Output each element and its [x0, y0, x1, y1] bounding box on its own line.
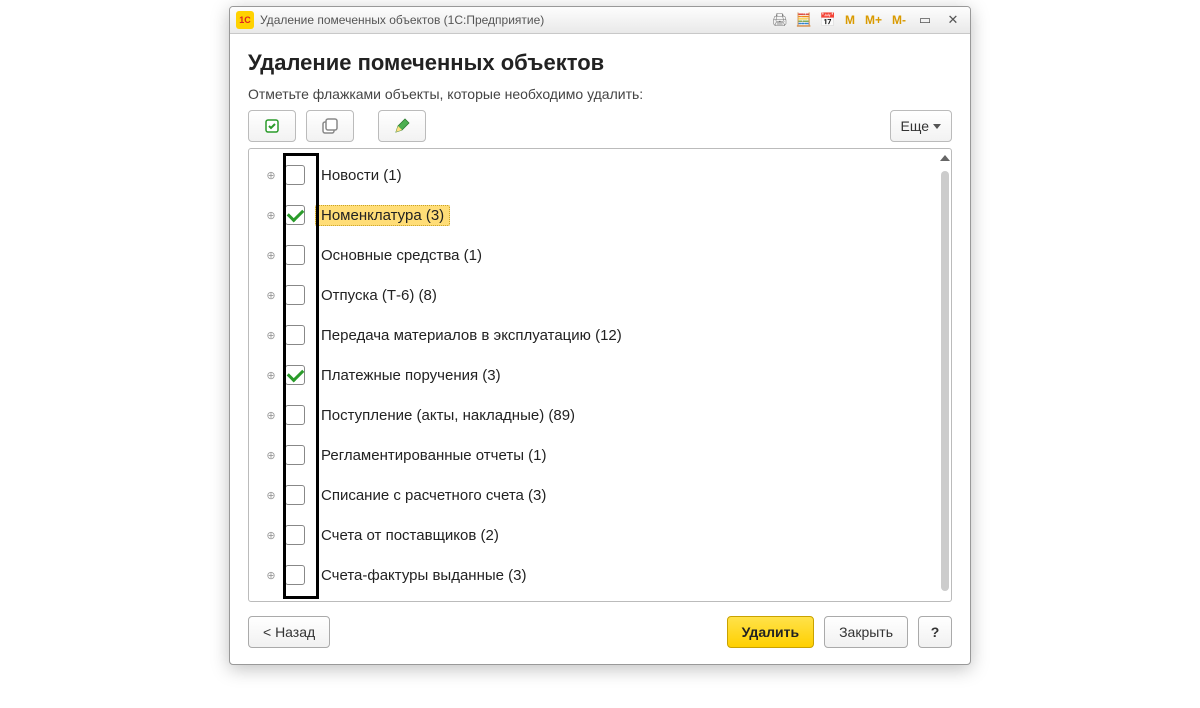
list-item: ⊕ Счета-фактуры выданные (3) [249, 555, 951, 595]
item-label[interactable]: Списание с расчетного счета (3) [315, 485, 552, 506]
titlebar: 1C Удаление помеченных объектов (1С:Пред… [230, 7, 970, 34]
item-checkbox[interactable] [285, 285, 305, 305]
edit-button[interactable] [378, 110, 426, 142]
back-button[interactable]: < Назад [248, 616, 330, 648]
item-label[interactable]: Платежные поручения (3) [315, 365, 507, 386]
expand-icon[interactable]: ⊕ [265, 289, 277, 301]
item-label[interactable]: Новости (1) [315, 165, 408, 186]
item-label[interactable]: Номенклатура (3) [315, 205, 450, 226]
item-label[interactable]: Поступление (акты, накладные) (89) [315, 405, 581, 426]
expand-icon[interactable]: ⊕ [265, 449, 277, 461]
expand-icon[interactable]: ⊕ [265, 329, 277, 341]
m-minus-button[interactable]: M- [890, 13, 908, 27]
item-label[interactable]: Основные средства (1) [315, 245, 488, 266]
item-checkbox[interactable] [285, 325, 305, 345]
object-list: ⊕ Новости (1) ⊕ Номенклатура (3) ⊕ Основные с… [248, 148, 952, 602]
list-item: ⊕ Поступление (акты, накладные) (89) [249, 395, 951, 435]
list-item: ⊕ Регламентированные отчеты (1) [249, 435, 951, 475]
m-button[interactable]: M [843, 13, 857, 27]
list-item: ⊕ Списание с расчетного счета (3) [249, 475, 951, 515]
window-title: Удаление помеченных объектов (1С:Предпри… [260, 13, 544, 27]
help-button[interactable]: ? [918, 616, 952, 648]
expand-icon[interactable]: ⊕ [265, 529, 277, 541]
dialog-window: 1C Удаление помеченных объектов (1С:Пред… [229, 6, 971, 665]
expand-icon[interactable]: ⊕ [265, 409, 277, 421]
list-item: ⊕ Номенклатура (3) [249, 195, 951, 235]
item-label[interactable]: Передача материалов в эксплуатацию (12) [315, 325, 628, 346]
more-label: Еще [901, 118, 930, 134]
footer: < Назад Удалить Закрыть ? [248, 616, 952, 648]
scrollbar[interactable] [941, 171, 949, 591]
chevron-down-icon [933, 124, 941, 129]
delete-button[interactable]: Удалить [727, 616, 814, 648]
content-area: Удаление помеченных объектов Отметьте фл… [230, 34, 970, 664]
expand-icon[interactable]: ⊕ [265, 569, 277, 581]
check-all-icon [263, 117, 281, 135]
expand-icon[interactable]: ⊕ [265, 209, 277, 221]
scroll-up-icon[interactable] [940, 155, 950, 161]
list-item: ⊕ Передача материалов в эксплуатацию (12) [249, 315, 951, 355]
calendar-icon[interactable]: 📅 [819, 11, 837, 29]
list-item: ⊕ Отпуска (Т-6) (8) [249, 275, 951, 315]
list-item: ⊕ Основные средства (1) [249, 235, 951, 275]
item-label[interactable]: Отпуска (Т-6) (8) [315, 285, 443, 306]
uncheck-all-icon [321, 117, 339, 135]
m-plus-button[interactable]: M+ [863, 13, 884, 27]
edit-icon [393, 117, 411, 135]
item-checkbox[interactable] [285, 485, 305, 505]
print-icon[interactable]: 🖨 [771, 11, 789, 29]
list-item: ⊕ Новости (1) [249, 155, 951, 195]
item-checkbox[interactable] [285, 525, 305, 545]
close-window-button[interactable]: ✕ [942, 11, 964, 29]
item-checkbox[interactable] [285, 405, 305, 425]
close-button[interactable]: Закрыть [824, 616, 908, 648]
list-item: ⊕ Счета от поставщиков (2) [249, 515, 951, 555]
minimize-button[interactable]: ▭ [914, 11, 936, 29]
app-logo-icon: 1C [236, 11, 254, 29]
page-subtitle: Отметьте флажками объекты, которые необх… [248, 86, 952, 102]
expand-icon[interactable]: ⊕ [265, 169, 277, 181]
calculator-icon[interactable]: 🧮 [795, 11, 813, 29]
check-all-button[interactable] [248, 110, 296, 142]
item-label[interactable]: Счета-фактуры выданные (3) [315, 565, 532, 586]
toolbar: Еще [248, 110, 952, 142]
item-label[interactable]: Счета от поставщиков (2) [315, 525, 505, 546]
expand-icon[interactable]: ⊕ [265, 489, 277, 501]
page-title: Удаление помеченных объектов [248, 50, 952, 76]
item-label[interactable]: Регламентированные отчеты (1) [315, 445, 553, 466]
more-button[interactable]: Еще [890, 110, 953, 142]
item-checkbox[interactable] [285, 445, 305, 465]
item-checkbox[interactable] [285, 205, 305, 225]
uncheck-all-button[interactable] [306, 110, 354, 142]
item-checkbox[interactable] [285, 365, 305, 385]
item-checkbox[interactable] [285, 245, 305, 265]
item-checkbox[interactable] [285, 165, 305, 185]
list-item: ⊕ Платежные поручения (3) [249, 355, 951, 395]
expand-icon[interactable]: ⊕ [265, 369, 277, 381]
expand-icon[interactable]: ⊕ [265, 249, 277, 261]
item-checkbox[interactable] [285, 565, 305, 585]
